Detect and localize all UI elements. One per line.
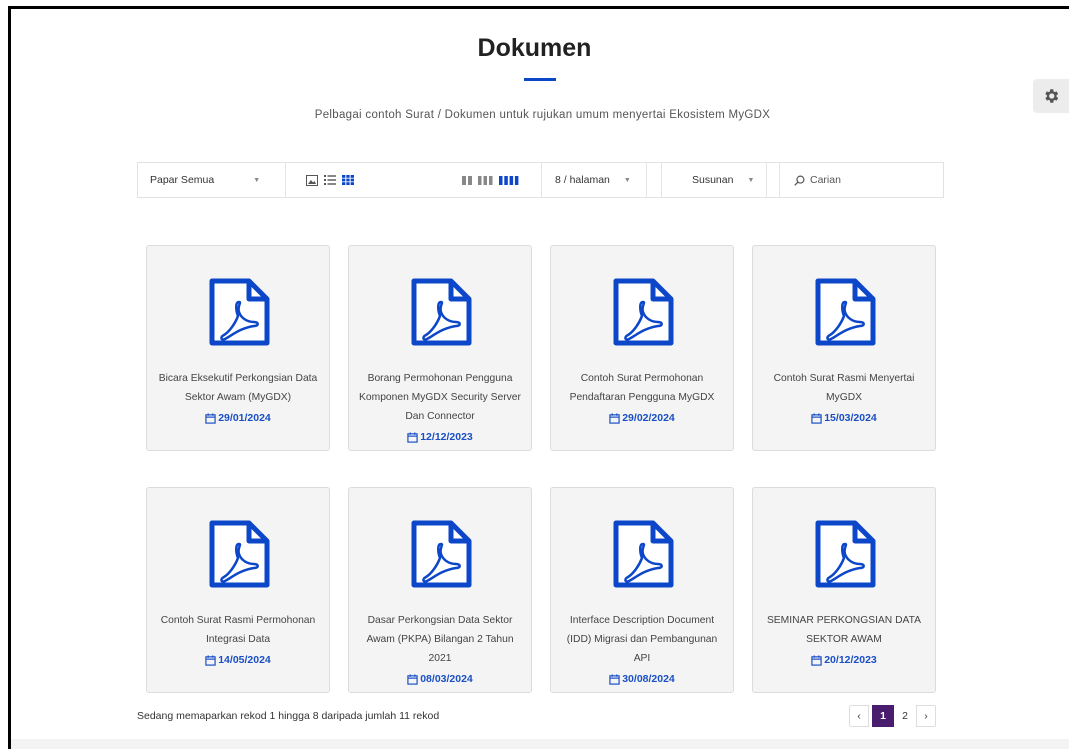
filter-select[interactable]: Papar Semua ▼ <box>150 163 278 197</box>
document-card[interactable]: Contoh Surat Permohonan Pendaftaran Peng… <box>550 245 734 451</box>
image-view-icon[interactable] <box>306 174 318 186</box>
divider <box>646 163 647 197</box>
document-date-row: 29/02/2024 <box>561 409 723 428</box>
search-input[interactable]: Carian <box>794 163 939 197</box>
pdf-file-icon <box>813 278 877 346</box>
pdf-file-icon <box>409 520 473 588</box>
document-text: SEMINAR PERKONGSIAN DATA SEKTOR AWAM 20/1… <box>763 611 925 670</box>
calendar-icon <box>407 432 418 443</box>
calendar-icon <box>407 674 418 685</box>
filter-value: Papar Semua <box>150 174 215 186</box>
divider <box>779 163 780 197</box>
three-columns-icon[interactable] <box>478 175 493 185</box>
caret-down-icon: ▼ <box>623 176 631 184</box>
per-page-select[interactable]: 8 / halaman ▼ <box>555 163 631 197</box>
pdf-file-icon <box>409 278 473 346</box>
divider <box>285 163 286 197</box>
column-switcher <box>462 163 519 197</box>
pagination-prev-button[interactable]: ‹ <box>849 705 869 727</box>
document-text: Bicara Eksekutif Perkongsian Data Sektor… <box>157 369 319 428</box>
four-columns-icon[interactable] <box>499 175 519 185</box>
document-date-row: 08/03/2024 <box>359 670 521 689</box>
document-title: Contoh Surat Rasmi Menyertai MyGDX <box>773 373 915 403</box>
page-subtitle: Pelbagai contoh Surat / Dokumen untuk ru… <box>314 109 771 121</box>
document-date-row: 15/03/2024 <box>763 409 925 428</box>
calendar-icon <box>609 413 620 424</box>
document-date-row: 29/01/2024 <box>157 409 319 428</box>
document-date-row: 14/05/2024 <box>157 651 319 670</box>
document-text: Dasar Perkongsian Data Sektor Awam (PKPA… <box>359 611 521 689</box>
bottom-strip <box>11 739 1069 749</box>
document-title: Borang Permohonan Pengguna Komponen MyGD… <box>359 373 521 422</box>
record-count: Sedang memaparkan rekod 1 hingga 8 darip… <box>137 710 440 722</box>
document-card[interactable]: Interface Description Document (IDD) Mig… <box>550 487 734 693</box>
divider <box>661 163 662 197</box>
two-columns-icon[interactable] <box>462 175 472 185</box>
document-title: SEMINAR PERKONGSIAN DATA SEKTOR AWAM <box>766 615 922 645</box>
document-card[interactable]: Contoh Surat Rasmi Menyertai MyGDX 15/03/… <box>752 245 936 451</box>
pagination: ‹ 1 2 › <box>849 704 936 728</box>
search-placeholder: Carian <box>810 174 841 186</box>
document-card[interactable]: Contoh Surat Rasmi Permohonan Integrasi … <box>146 487 330 693</box>
pagination-page-2[interactable]: 2 <box>894 705 916 727</box>
document-date: 15/03/2024 <box>824 412 877 424</box>
page-title: Dokumen <box>477 34 592 62</box>
document-date: 12/12/2023 <box>420 431 473 443</box>
document-date: 29/01/2024 <box>218 412 271 424</box>
caret-down-icon: ▼ <box>747 176 755 184</box>
pdf-file-icon <box>207 278 271 346</box>
document-date: 14/05/2024 <box>218 654 271 666</box>
document-date-row: 30/08/2024 <box>561 670 723 689</box>
sort-select[interactable]: Susunan ▼ <box>678 163 754 197</box>
document-title: Interface Description Document (IDD) Mig… <box>566 615 718 664</box>
calendar-icon <box>609 674 620 685</box>
document-card[interactable]: Dasar Perkongsian Data Sektor Awam (PKPA… <box>348 487 532 693</box>
calendar-icon <box>205 413 216 424</box>
document-date: 08/03/2024 <box>420 673 473 685</box>
grid-view-icon[interactable] <box>342 175 354 185</box>
title-underline <box>524 78 556 81</box>
document-text: Contoh Surat Rasmi Permohonan Integrasi … <box>157 611 319 670</box>
divider <box>541 163 542 197</box>
document-title: Contoh Surat Rasmi Permohonan Integrasi … <box>160 615 316 645</box>
document-card[interactable]: Bicara Eksekutif Perkongsian Data Sektor… <box>146 245 330 451</box>
document-title: Contoh Surat Permohonan Pendaftaran Peng… <box>569 373 715 403</box>
pdf-file-icon <box>611 278 675 346</box>
per-page-value: 8 / halaman <box>555 174 610 186</box>
document-card[interactable]: Borang Permohonan Pengguna Komponen MyGD… <box>348 245 532 451</box>
list-view-icon[interactable] <box>324 175 336 185</box>
calendar-icon <box>811 655 822 666</box>
settings-button[interactable] <box>1033 79 1069 113</box>
caret-down-icon: ▼ <box>253 176 261 184</box>
calendar-icon <box>811 413 822 424</box>
divider <box>766 163 767 197</box>
document-title: Bicara Eksekutif Perkongsian Data Sektor… <box>158 373 318 403</box>
sort-label: Susunan <box>692 174 734 186</box>
document-date: 20/12/2023 <box>824 654 877 666</box>
pdf-file-icon <box>611 520 675 588</box>
document-date-row: 12/12/2023 <box>359 428 521 447</box>
document-text: Interface Description Document (IDD) Mig… <box>561 611 723 689</box>
pdf-file-icon <box>813 520 877 588</box>
pdf-file-icon <box>207 520 271 588</box>
search-icon <box>794 175 805 186</box>
view-switcher <box>306 163 360 197</box>
document-text: Contoh Surat Rasmi Menyertai MyGDX 15/03/… <box>763 369 925 428</box>
document-date-row: 20/12/2023 <box>763 651 925 670</box>
document-toolbar: Papar Semua ▼ 8 / halaman ▼ Susunan ▼ Ca… <box>137 162 944 198</box>
document-text: Contoh Surat Permohonan Pendaftaran Peng… <box>561 369 723 428</box>
pagination-next-button[interactable]: › <box>916 705 936 727</box>
calendar-icon <box>205 655 216 666</box>
pagination-page-1[interactable]: 1 <box>872 705 894 727</box>
document-card[interactable]: SEMINAR PERKONGSIAN DATA SEKTOR AWAM 20/1… <box>752 487 936 693</box>
document-title: Dasar Perkongsian Data Sektor Awam (PKPA… <box>366 615 514 664</box>
document-date: 29/02/2024 <box>622 412 675 424</box>
gear-icon <box>1045 89 1059 103</box>
document-text: Borang Permohonan Pengguna Komponen MyGD… <box>359 369 521 447</box>
document-date: 30/08/2024 <box>622 673 675 685</box>
